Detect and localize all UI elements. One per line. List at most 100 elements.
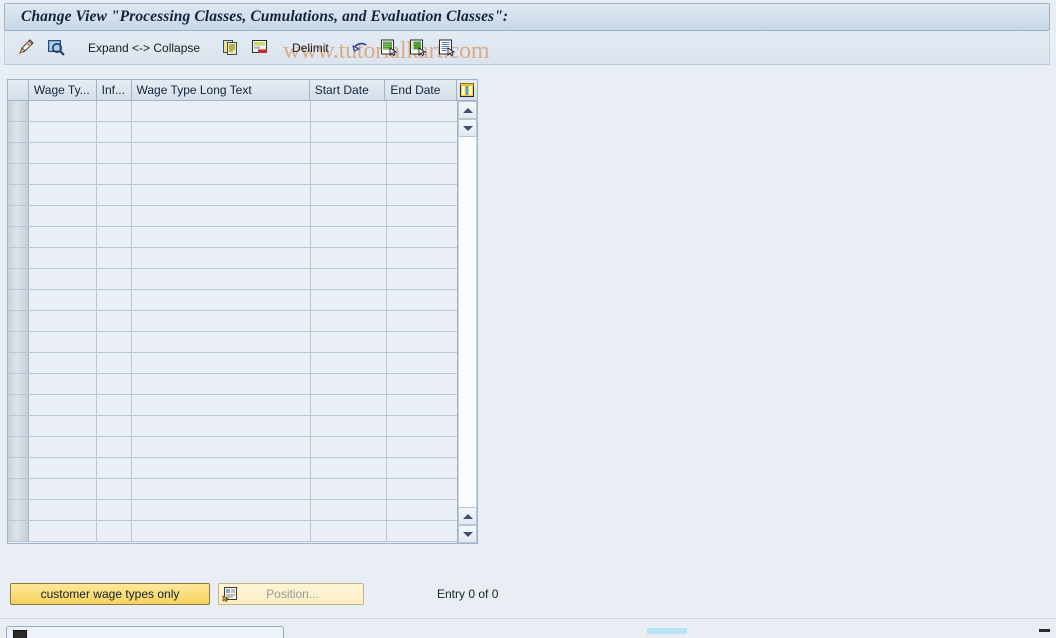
row-selector[interactable] xyxy=(8,122,29,142)
cell-infotype[interactable] xyxy=(97,185,132,205)
cell-start-date[interactable] xyxy=(311,185,387,205)
cell-long-text[interactable] xyxy=(132,458,311,478)
cell-infotype[interactable] xyxy=(97,374,132,394)
cell-long-text[interactable] xyxy=(132,101,311,121)
cell-infotype[interactable] xyxy=(97,437,132,457)
row-selector[interactable] xyxy=(8,185,29,205)
cell-long-text[interactable] xyxy=(132,416,311,436)
cell-long-text[interactable] xyxy=(132,500,311,520)
cell-wage-type[interactable] xyxy=(29,521,97,541)
cell-end-date[interactable] xyxy=(387,479,459,499)
scroll-page-up-icon[interactable] xyxy=(458,507,477,525)
cell-end-date[interactable] xyxy=(387,374,459,394)
table-row[interactable] xyxy=(8,437,477,458)
table-row[interactable] xyxy=(8,206,477,227)
cell-wage-type[interactable] xyxy=(29,353,97,373)
cell-long-text[interactable] xyxy=(132,374,311,394)
cell-end-date[interactable] xyxy=(387,353,459,373)
cell-end-date[interactable] xyxy=(387,290,459,310)
cell-end-date[interactable] xyxy=(387,248,459,268)
cell-infotype[interactable] xyxy=(97,101,132,121)
cell-start-date[interactable] xyxy=(311,374,387,394)
table-row[interactable] xyxy=(8,248,477,269)
cell-long-text[interactable] xyxy=(132,437,311,457)
cell-long-text[interactable] xyxy=(132,521,311,541)
row-selector[interactable] xyxy=(8,353,29,373)
cell-start-date[interactable] xyxy=(311,122,387,142)
cell-end-date[interactable] xyxy=(387,458,459,478)
cell-wage-type[interactable] xyxy=(29,290,97,310)
cell-wage-type[interactable] xyxy=(29,395,97,415)
cell-infotype[interactable] xyxy=(97,395,132,415)
row-selector[interactable] xyxy=(8,311,29,331)
column-header-start-date[interactable]: Start Date xyxy=(309,80,386,100)
cell-end-date[interactable] xyxy=(387,269,459,289)
cell-infotype[interactable] xyxy=(97,500,132,520)
row-selector[interactable] xyxy=(8,269,29,289)
cell-wage-type[interactable] xyxy=(29,269,97,289)
cell-start-date[interactable] xyxy=(311,206,387,226)
delimit-button[interactable]: Delimit xyxy=(283,36,338,60)
cell-wage-type[interactable] xyxy=(29,227,97,247)
row-selector[interactable] xyxy=(8,437,29,457)
table-row[interactable] xyxy=(8,143,477,164)
cell-wage-type[interactable] xyxy=(29,164,97,184)
cell-start-date[interactable] xyxy=(311,458,387,478)
cell-wage-type[interactable] xyxy=(29,311,97,331)
column-header-long-text[interactable]: Wage Type Long Text xyxy=(131,80,310,100)
table-row[interactable] xyxy=(8,269,477,290)
cell-infotype[interactable] xyxy=(97,458,132,478)
cell-infotype[interactable] xyxy=(97,248,132,268)
customer-wage-types-only-button[interactable]: customer wage types only xyxy=(10,583,210,605)
details-icon[interactable] xyxy=(435,36,460,60)
cell-long-text[interactable] xyxy=(132,143,311,163)
row-selector[interactable] xyxy=(8,290,29,310)
table-row[interactable] xyxy=(8,500,477,521)
column-header-end-date[interactable]: End Date xyxy=(385,80,458,100)
table-row[interactable] xyxy=(8,227,477,248)
cell-end-date[interactable] xyxy=(387,227,459,247)
table-row[interactable] xyxy=(8,185,477,206)
cell-end-date[interactable] xyxy=(387,122,459,142)
cell-end-date[interactable] xyxy=(387,143,459,163)
cell-start-date[interactable] xyxy=(311,353,387,373)
row-selector[interactable] xyxy=(8,521,29,541)
table-row[interactable] xyxy=(8,521,477,542)
select-all-icon[interactable] xyxy=(377,36,402,60)
cell-start-date[interactable] xyxy=(311,416,387,436)
row-selector[interactable] xyxy=(8,206,29,226)
cell-start-date[interactable] xyxy=(311,248,387,268)
cell-infotype[interactable] xyxy=(97,311,132,331)
cell-long-text[interactable] xyxy=(132,122,311,142)
check-icon[interactable] xyxy=(44,36,69,60)
cell-wage-type[interactable] xyxy=(29,101,97,121)
cell-start-date[interactable] xyxy=(311,227,387,247)
cell-start-date[interactable] xyxy=(311,395,387,415)
row-selector[interactable] xyxy=(8,164,29,184)
deselect-all-icon[interactable] xyxy=(406,36,431,60)
cell-end-date[interactable] xyxy=(387,332,459,352)
row-selector[interactable] xyxy=(8,500,29,520)
copy-icon[interactable] xyxy=(219,36,244,60)
table-row[interactable] xyxy=(8,395,477,416)
display-change-icon[interactable] xyxy=(15,36,40,60)
cell-infotype[interactable] xyxy=(97,269,132,289)
cell-wage-type[interactable] xyxy=(29,143,97,163)
row-selector[interactable] xyxy=(8,395,29,415)
row-selector[interactable] xyxy=(8,458,29,478)
table-row[interactable] xyxy=(8,332,477,353)
cell-end-date[interactable] xyxy=(387,521,459,541)
row-selector[interactable] xyxy=(8,374,29,394)
cell-start-date[interactable] xyxy=(311,290,387,310)
column-header-wage-type[interactable]: Wage Ty... xyxy=(28,80,97,100)
table-row[interactable] xyxy=(8,290,477,311)
cell-end-date[interactable] xyxy=(387,206,459,226)
row-selector[interactable] xyxy=(8,479,29,499)
cell-long-text[interactable] xyxy=(132,353,311,373)
table-row[interactable] xyxy=(8,353,477,374)
row-selector[interactable] xyxy=(8,227,29,247)
cell-end-date[interactable] xyxy=(387,185,459,205)
table-row[interactable] xyxy=(8,122,477,143)
cell-infotype[interactable] xyxy=(97,353,132,373)
cell-long-text[interactable] xyxy=(132,332,311,352)
